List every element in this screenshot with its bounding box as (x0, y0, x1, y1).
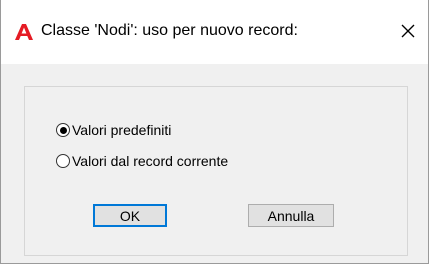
options-group: Valori predefiniti Valori dal record cor… (24, 86, 408, 256)
radio-button-unchecked[interactable] (56, 154, 70, 168)
radio-default-values-label[interactable]: Valori predefiniti (72, 120, 171, 140)
dialog-window: Classe 'Nodi': uso per nuovo record: Val… (0, 0, 429, 264)
close-icon[interactable] (397, 20, 419, 42)
radio-current-record-values-label[interactable]: Valori dal record corrente (72, 151, 228, 171)
cancel-button[interactable]: Annulla (248, 204, 334, 227)
radio-default-values[interactable]: Valori predefiniti (56, 120, 171, 140)
radio-current-record-values[interactable]: Valori dal record corrente (56, 151, 228, 171)
title-bar[interactable]: Classe 'Nodi': uso per nuovo record: (1, 0, 428, 64)
dialog-body: Valori predefiniti Valori dal record cor… (1, 64, 428, 263)
radio-button-checked[interactable] (56, 123, 70, 137)
dialog-title: Classe 'Nodi': uso per nuovo record: (41, 22, 298, 39)
autocad-a-icon (15, 24, 33, 40)
ok-button[interactable]: OK (93, 204, 167, 227)
